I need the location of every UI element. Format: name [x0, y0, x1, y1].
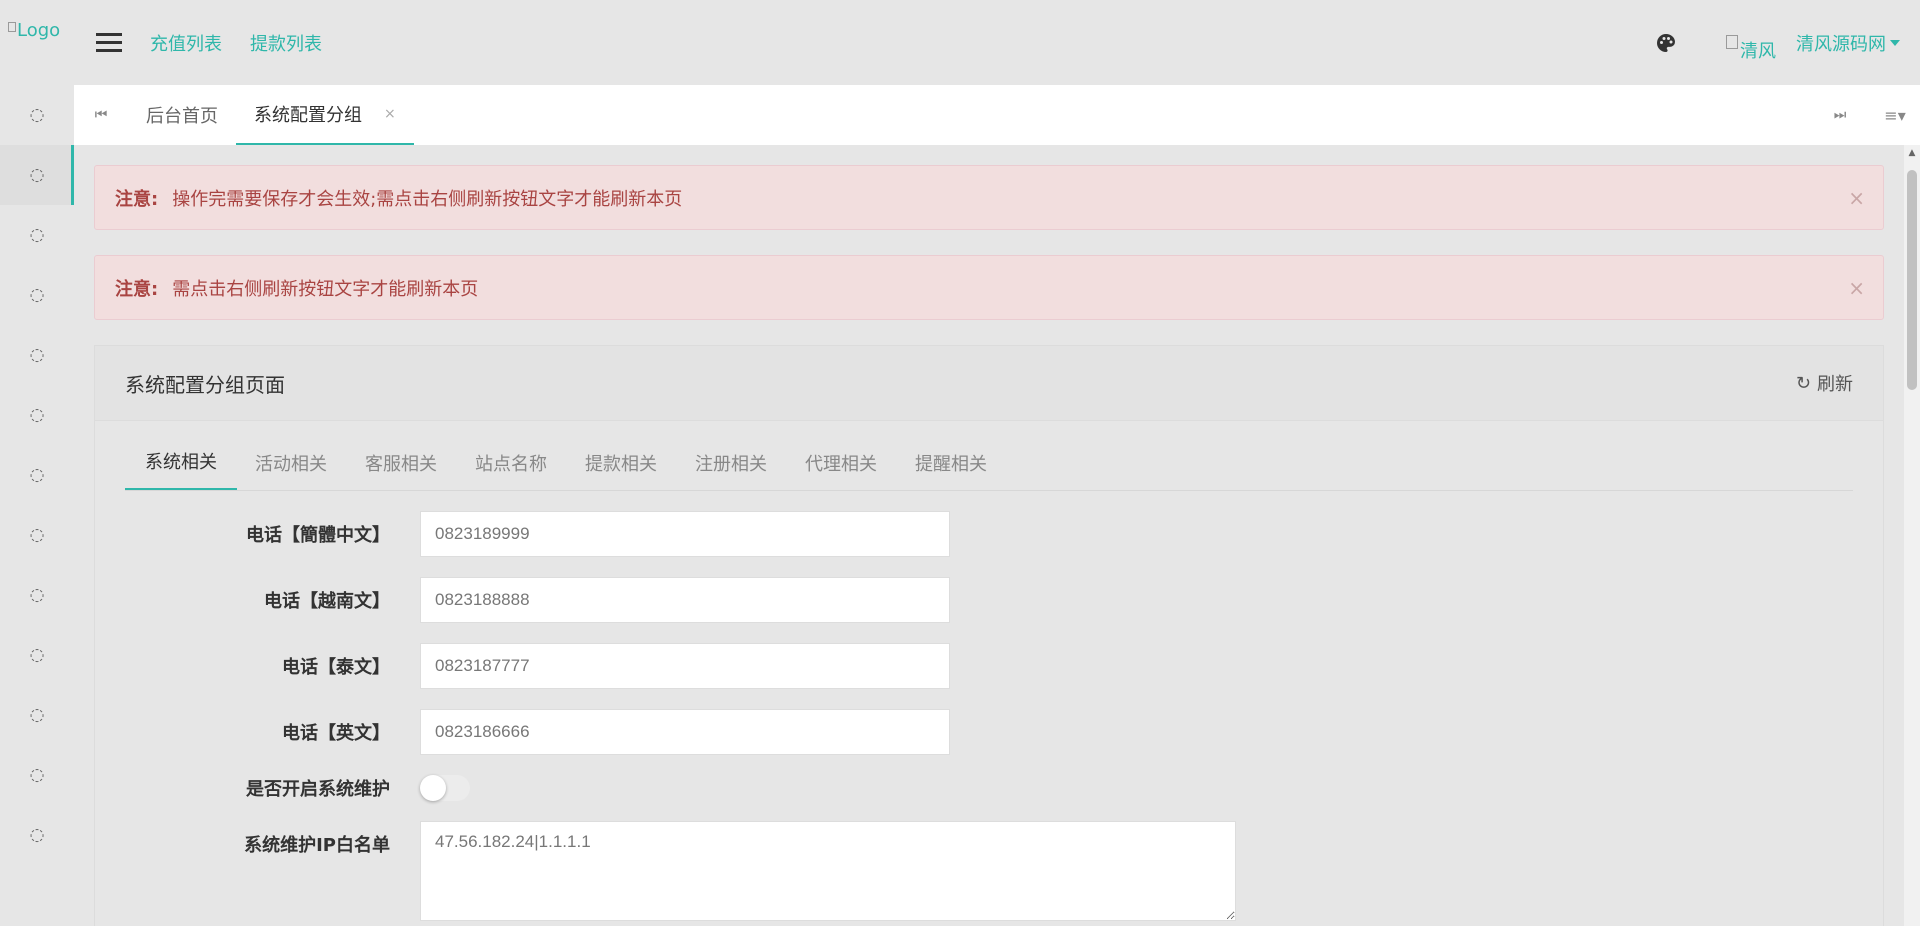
phone-th-field[interactable] [420, 643, 950, 689]
form-row: 电话【英文】 [95, 709, 1883, 755]
circle-icon: ◌ [29, 765, 45, 785]
whitelist-label: 系统维护IP白名单 [244, 835, 390, 856]
phone-cn-field[interactable] [420, 511, 950, 557]
phone-vn-label: 电话【越南文】 [264, 591, 390, 612]
close-icon[interactable]: × [1848, 186, 1865, 210]
sidebar-item-3[interactable]: ◌ [0, 205, 74, 265]
config-form: 电话【簡體中文】 电话【越南文】 电话【泰文】 电话【英文】 是否开启系统维护 … [95, 491, 1883, 921]
nav-link-recharge-list[interactable]: 充值列表 [150, 30, 222, 56]
tab-menu-icon[interactable]: ≡▾ [1870, 106, 1920, 125]
scrollbar[interactable]: ▲ [1904, 145, 1920, 926]
form-row: 电话【泰文】 [95, 643, 1883, 689]
panel-title: 系统配置分组页面 [125, 372, 285, 397]
alert-text: 操作完需要保存才会生效;需点击右侧刷新按钮文字才能刷新本页 [172, 188, 683, 210]
maintenance-label: 是否开启系统维护 [246, 779, 390, 800]
subtab-system[interactable]: 系统相关 [125, 448, 237, 490]
close-icon[interactable]: × [1848, 276, 1865, 300]
subtab-activity[interactable]: 活动相关 [235, 450, 347, 490]
nav-link-withdraw-list[interactable]: 提款列表 [250, 30, 322, 56]
phone-th-label: 电话【泰文】 [282, 657, 390, 678]
broken-image-icon [1726, 34, 1738, 49]
sidebar-item-5[interactable]: ◌ [0, 325, 74, 385]
config-subtabs: 系统相关 活动相关 客服相关 站点名称 提款相关 注册相关 代理相关 提醒相关 [125, 421, 1853, 491]
form-row: 电话【越南文】 [95, 577, 1883, 623]
top-header: 充值列表 提款列表 清风 清风源码网 [74, 0, 1920, 85]
form-row: 系统维护IP白名单 47.56.182.24|1.1.1.1 [95, 821, 1883, 921]
tab-home[interactable]: 后台首页 [128, 85, 236, 145]
sidebar-item-7[interactable]: ◌ [0, 445, 74, 505]
sidebar-item-10[interactable]: ◌ [0, 625, 74, 685]
circle-icon: ◌ [29, 105, 45, 125]
circle-icon: ◌ [29, 225, 45, 245]
tab-scroll-left-icon[interactable]: ⏮ [74, 107, 128, 123]
whitelist-textarea[interactable]: 47.56.182.24|1.1.1.1 [420, 821, 1236, 921]
phone-en-label: 电话【英文】 [282, 723, 390, 744]
tab-label: 后台首页 [146, 106, 218, 127]
config-panel: 系统配置分组页面 ↻ 刷新 系统相关 活动相关 客服相关 站点名称 提款相关 注册… [94, 345, 1884, 926]
subtab-customer-service[interactable]: 客服相关 [345, 450, 457, 490]
refresh-label: 刷新 [1817, 374, 1853, 395]
refresh-button[interactable]: ↻ 刷新 [1796, 370, 1853, 396]
tab-scroll-right-icon[interactable]: ⏭ [1810, 107, 1870, 123]
avatar[interactable]: 清风 [1726, 23, 1776, 63]
tab-bar: ⏮ 后台首页 系统配置分组 × ⏭ ≡▾ [74, 85, 1920, 145]
subtab-site-name[interactable]: 站点名称 [455, 450, 567, 490]
circle-icon: ◌ [29, 465, 45, 485]
form-row: 是否开启系统维护 [95, 775, 1883, 801]
circle-icon: ◌ [29, 525, 45, 545]
maintenance-toggle[interactable] [420, 775, 470, 801]
sidebar-item-13[interactable]: ◌ [0, 805, 74, 865]
form-row: 电话【簡體中文】 [95, 511, 1883, 557]
circle-icon: ◌ [29, 585, 45, 605]
alert-warning: 注意: 需点击右侧刷新按钮文字才能刷新本页 × [94, 255, 1884, 320]
phone-en-field[interactable] [420, 709, 950, 755]
alert-label: 注意: [115, 188, 159, 210]
sidebar: Logo ◌ ◌ ◌ ◌ ◌ ◌ ◌ ◌ ◌ ◌ ◌ ◌ ◌ [0, 0, 74, 926]
logo-alt-text: Logo [17, 20, 61, 41]
scroll-up-icon[interactable]: ▲ [1904, 145, 1920, 161]
sidebar-item-1[interactable]: ◌ [0, 85, 74, 145]
logo[interactable]: Logo [0, 0, 74, 85]
caret-down-icon [1890, 39, 1900, 46]
sidebar-item-6[interactable]: ◌ [0, 385, 74, 445]
refresh-icon: ↻ [1795, 372, 1811, 394]
phone-vn-field[interactable] [420, 577, 950, 623]
sidebar-item-12[interactable]: ◌ [0, 745, 74, 805]
scrollbar-thumb[interactable] [1907, 170, 1917, 390]
avatar-alt-text: 清风 [1740, 40, 1776, 62]
circle-icon: ◌ [29, 345, 45, 365]
alert-text: 需点击右侧刷新按钮文字才能刷新本页 [172, 278, 479, 300]
tab-system-config-group[interactable]: 系统配置分组 × [236, 85, 414, 145]
palette-icon[interactable] [1656, 33, 1676, 53]
panel-header: 系统配置分组页面 ↻ 刷新 [95, 346, 1883, 421]
circle-icon: ◌ [29, 285, 45, 305]
circle-icon: ◌ [29, 825, 45, 845]
alert-label: 注意: [115, 278, 159, 300]
circle-icon: ◌ [29, 165, 45, 185]
circle-icon: ◌ [29, 705, 45, 725]
subtab-agent[interactable]: 代理相关 [785, 450, 897, 490]
alert-warning: 注意: 操作完需要保存才会生效;需点击右侧刷新按钮文字才能刷新本页 × [94, 165, 1884, 230]
close-icon[interactable]: × [384, 106, 396, 122]
sidebar-item-4[interactable]: ◌ [0, 265, 74, 325]
phone-cn-label: 电话【簡體中文】 [246, 525, 390, 546]
sidebar-item-11[interactable]: ◌ [0, 685, 74, 745]
subtab-register[interactable]: 注册相关 [675, 450, 787, 490]
sidebar-item-9[interactable]: ◌ [0, 565, 74, 625]
subtab-reminder[interactable]: 提醒相关 [895, 450, 1007, 490]
hamburger-menu-icon[interactable] [96, 28, 122, 57]
broken-image-icon [8, 22, 16, 32]
sidebar-item-2[interactable]: ◌ [0, 145, 74, 205]
subtab-withdraw[interactable]: 提款相关 [565, 450, 677, 490]
user-menu[interactable]: 清风源码网 [1796, 30, 1900, 56]
main-content: 注意: 操作完需要保存才会生效;需点击右侧刷新按钮文字才能刷新本页 × 注意: … [74, 145, 1904, 926]
sidebar-item-8[interactable]: ◌ [0, 505, 74, 565]
user-name: 清风源码网 [1796, 33, 1886, 55]
circle-icon: ◌ [29, 645, 45, 665]
tab-label: 系统配置分组 [254, 105, 362, 126]
circle-icon: ◌ [29, 405, 45, 425]
toggle-knob [420, 775, 446, 801]
